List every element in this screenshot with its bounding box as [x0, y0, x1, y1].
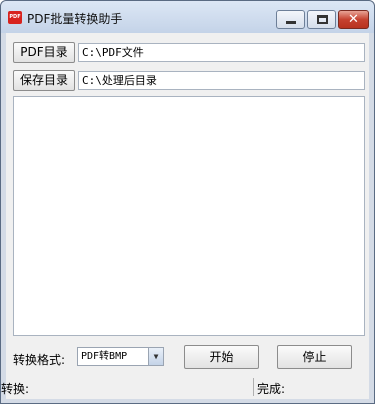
title-bar[interactable]: PDF PDF批量转换助手 ✕ [1, 1, 374, 33]
save-dir-field[interactable]: C:\处理后目录 [78, 71, 365, 90]
pdf-app-icon: PDF [8, 11, 22, 24]
minimize-button[interactable] [276, 10, 305, 29]
close-button[interactable]: ✕ [338, 10, 369, 29]
maximize-button[interactable] [307, 10, 336, 29]
status-bar: 转换: 完成: [1, 376, 369, 399]
save-dir-button[interactable]: 保存目录 [13, 70, 75, 91]
stop-button[interactable]: 停止 [277, 345, 352, 369]
minimize-icon [286, 21, 296, 24]
pdf-dir-field[interactable]: C:\PDF文件 [78, 43, 365, 62]
chevron-down-icon[interactable]: ▼ [148, 348, 163, 365]
main-window: PDF PDF批量转换助手 ✕ PDF目录 C:\PDF文件 保存目录 C:\处… [0, 0, 375, 404]
close-icon: ✕ [348, 12, 359, 27]
maximize-icon [317, 15, 328, 24]
log-list[interactable] [13, 96, 365, 336]
start-button[interactable]: 开始 [184, 345, 259, 369]
status-divider [253, 378, 254, 396]
pdf-dir-button[interactable]: PDF目录 [13, 42, 75, 63]
format-label: 转换格式: [13, 353, 66, 367]
window-title: PDF批量转换助手 [27, 12, 123, 26]
status-done: 完成: [257, 382, 286, 396]
format-select-value: PDF转BMP [81, 351, 128, 362]
format-select[interactable]: PDF转BMP ▼ [77, 347, 164, 366]
app-icon-label: PDF [9, 14, 21, 20]
status-converting: 转换: [1, 382, 30, 396]
client-area: PDF目录 C:\PDF文件 保存目录 C:\处理后目录 转换格式: PDF转B… [1, 33, 369, 399]
